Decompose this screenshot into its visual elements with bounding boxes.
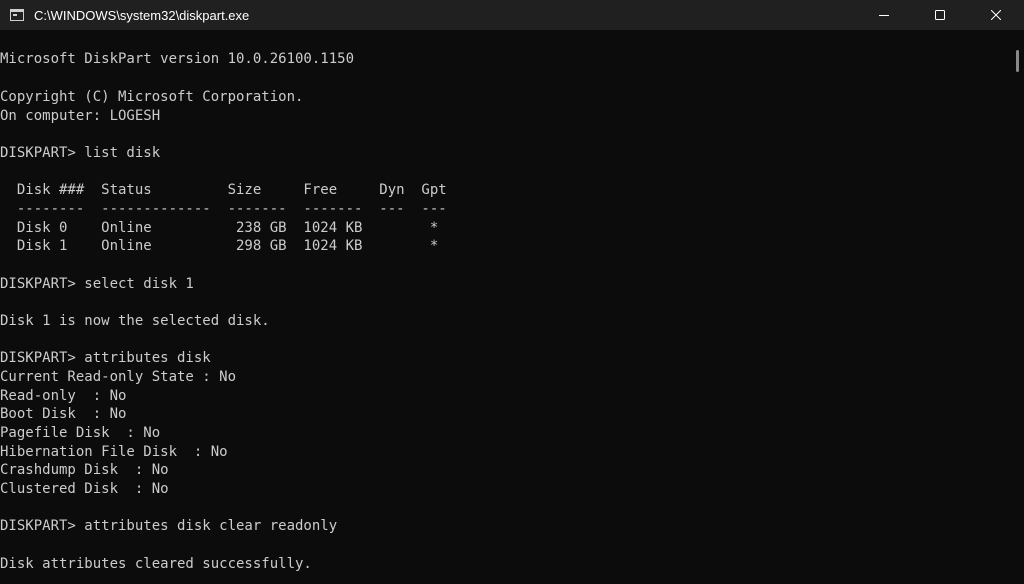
disk-table-header: Disk ### Status Size Free Dyn Gpt (0, 182, 447, 198)
attribute-line: Hibernation File Disk : No (0, 444, 228, 460)
attribute-line: Pagefile Disk : No (0, 425, 161, 441)
console-output[interactable]: Microsoft DiskPart version 10.0.26100.11… (0, 30, 1010, 584)
close-icon (991, 10, 1001, 20)
version-line: Microsoft DiskPart version 10.0.26100.11… (0, 51, 355, 67)
command-line: DISKPART> attributes disk clear readonly (0, 518, 338, 534)
attribute-line: Crashdump Disk : No (0, 462, 169, 478)
command-line: DISKPART> attributes disk (0, 350, 211, 366)
command-line: DISKPART> list disk (0, 145, 161, 161)
minimize-button[interactable] (856, 0, 912, 30)
disk-table-separator: -------- ------------- ------- ------- -… (0, 201, 447, 217)
window-title: C:\WINDOWS\system32\diskpart.exe (34, 7, 250, 23)
attribute-line: Clustered Disk : No (0, 481, 169, 497)
output-line: Disk attributes cleared successfully. (0, 556, 312, 572)
maximize-button[interactable] (912, 0, 968, 30)
disk-table-row: Disk 0 Online 238 GB 1024 KB * (0, 220, 439, 236)
computer-line: On computer: LOGESH (0, 108, 161, 124)
command-line: DISKPART> select disk 1 (0, 276, 194, 292)
attribute-line: Boot Disk : No (0, 406, 127, 422)
scrollbar-thumb[interactable] (1016, 50, 1019, 72)
vertical-scrollbar[interactable] (1010, 30, 1024, 584)
minimize-icon (879, 15, 889, 16)
disk-table-row: Disk 1 Online 298 GB 1024 KB * (0, 238, 439, 254)
attribute-line: Read-only : No (0, 388, 127, 404)
close-button[interactable] (968, 0, 1024, 30)
attribute-line: Current Read-only State : No (0, 369, 237, 385)
console-app-icon (10, 9, 24, 21)
maximize-icon (935, 10, 945, 20)
output-line: Disk 1 is now the selected disk. (0, 313, 270, 329)
title-bar[interactable]: C:\WINDOWS\system32\diskpart.exe (0, 0, 1024, 30)
window-controls (856, 0, 1024, 30)
copyright-line: Copyright (C) Microsoft Corporation. (0, 89, 304, 105)
